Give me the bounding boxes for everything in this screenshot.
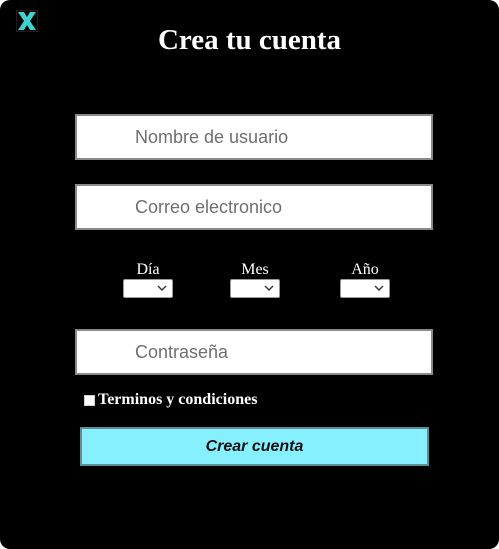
year-select[interactable]	[340, 279, 390, 298]
chevron-down-icon	[157, 285, 167, 291]
year-label: Año	[351, 261, 379, 278]
terms-label[interactable]: Terminos y condiciones	[98, 391, 257, 409]
terms-checkbox[interactable]	[84, 394, 95, 406]
email-input[interactable]	[75, 184, 433, 230]
page-title: Crea tu cuenta	[157, 24, 342, 56]
month-label: Mes	[241, 261, 269, 278]
password-input[interactable]	[75, 329, 433, 375]
signup-dialog: Crea tu cuenta Día Mes Año Terminos y co…	[0, 0, 499, 549]
create-account-button[interactable]: Crear cuenta	[80, 427, 429, 466]
birth-day-group: Día	[123, 261, 173, 298]
terms-row: Terminos y condiciones	[84, 391, 257, 409]
birth-year-group: Año	[340, 261, 390, 298]
chevron-down-icon	[374, 285, 384, 291]
day-label: Día	[136, 261, 160, 278]
username-input[interactable]	[75, 114, 433, 160]
month-select[interactable]	[230, 279, 280, 298]
day-select[interactable]	[123, 279, 173, 298]
birth-month-group: Mes	[230, 261, 280, 298]
chevron-down-icon	[264, 285, 274, 291]
